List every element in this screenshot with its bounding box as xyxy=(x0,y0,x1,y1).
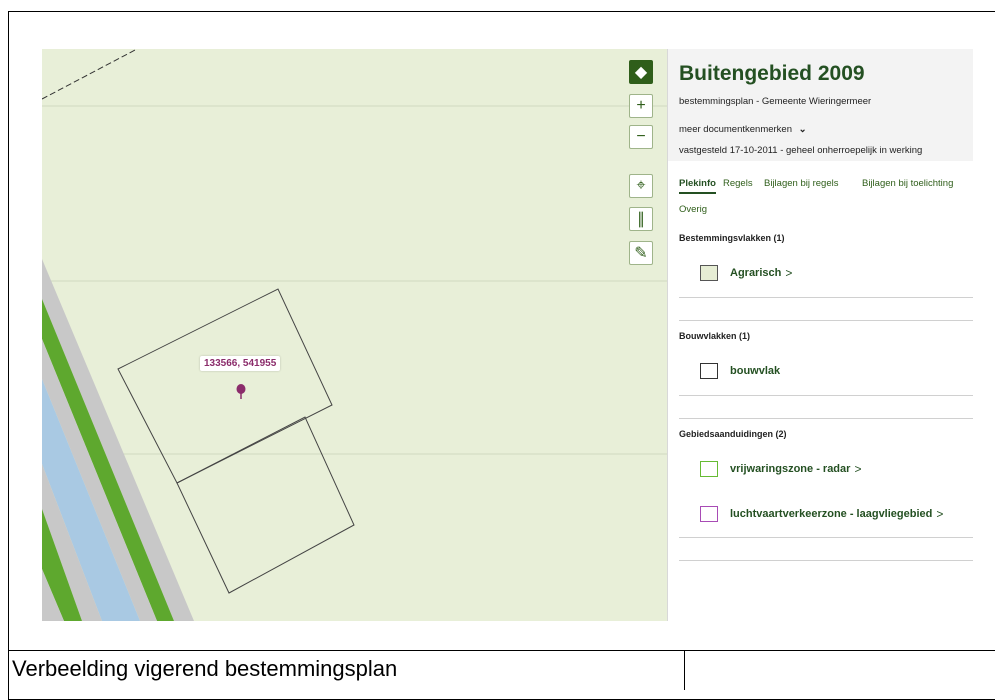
map-viewer: 133566, 541955 ◆ + − ⌖ ∥ ✎ Buitengebied 2009 … xyxy=(42,49,973,621)
chevron-right-icon: > xyxy=(936,507,944,521)
more-properties-label: meer documentkenmerken xyxy=(679,124,792,135)
legend-item-vrijwaringszone[interactable]: vrijwaringszone - radar > xyxy=(700,459,861,479)
zoom-in-button[interactable]: + xyxy=(629,94,653,118)
plan-status: vastgesteld 17-10-2011 - geheel onherroe… xyxy=(679,145,923,156)
plan-subtitle: bestemmingsplan - Gemeente Wieringermeer xyxy=(679,96,872,107)
ruler-icon: ∥ xyxy=(637,211,645,228)
measure-button[interactable]: ∥ xyxy=(629,207,653,231)
zoom-out-button[interactable]: − xyxy=(629,125,653,149)
swatch-icon xyxy=(700,506,718,522)
legend-item-bouwvlak[interactable]: bouwvlak xyxy=(700,361,780,381)
coordinate-label: 133566, 541955 xyxy=(200,356,281,371)
caption-divider xyxy=(684,650,685,690)
tab-bijlagen-toelichting[interactable]: Bijlagen bij toelichting xyxy=(862,178,953,189)
legend-label: vrijwaringszone - radar xyxy=(730,463,851,475)
active-tab-indicator xyxy=(679,192,716,194)
tab-plekinfo[interactable]: Plekinfo xyxy=(679,178,716,189)
section-gebiedsaanduidingen: Gebiedsaanduidingen (2) xyxy=(679,429,787,439)
minus-icon: − xyxy=(636,128,646,145)
draw-button[interactable]: ✎ xyxy=(629,241,653,265)
swatch-icon xyxy=(700,265,718,281)
tab-regels[interactable]: Regels xyxy=(723,178,753,189)
divider xyxy=(679,395,973,396)
chevron-right-icon: > xyxy=(785,266,793,280)
chevron-right-icon: > xyxy=(854,462,862,476)
legend-label: luchtvaartverkeerzone - laagvliegebied xyxy=(730,508,933,520)
tab-bijlagen-regels[interactable]: Bijlagen bij regels xyxy=(764,178,838,189)
info-panel: Buitengebied 2009 bestemmingsplan - Geme… xyxy=(667,49,973,621)
locate-icon: ⌖ xyxy=(636,177,646,194)
divider xyxy=(679,297,973,298)
divider xyxy=(679,418,973,419)
map-canvas[interactable] xyxy=(42,49,667,621)
legend-label: bouwvlak xyxy=(730,365,781,377)
locate-button[interactable]: ⌖ xyxy=(629,174,653,198)
tab-overig[interactable]: Overig xyxy=(679,204,707,215)
plus-icon: + xyxy=(636,97,646,114)
legend-item-luchtvaartverkeerzone[interactable]: luchtvaartverkeerzone - laagvliegebied > xyxy=(700,504,943,524)
section-bestemmingsvlakken: Bestemmingsvlakken (1) xyxy=(679,233,785,243)
divider xyxy=(679,560,973,561)
figure-caption: Verbeelding vigerend bestemmingsplan xyxy=(12,656,398,681)
layers-icon: ◆ xyxy=(634,64,648,81)
legend-item-agrarisch[interactable]: Agrarisch > xyxy=(700,263,792,283)
swatch-icon xyxy=(700,363,718,379)
section-bouwvlakken: Bouwvlakken (1) xyxy=(679,331,751,341)
divider xyxy=(679,320,973,321)
layers-button[interactable]: ◆ xyxy=(629,60,653,84)
plan-title: Buitengebied 2009 xyxy=(679,62,865,85)
more-properties-toggle[interactable]: meer documentkenmerken ⌄ xyxy=(679,124,807,135)
legend-label: Agrarisch xyxy=(730,267,782,279)
divider xyxy=(679,537,973,538)
pencil-icon: ✎ xyxy=(634,245,648,262)
chevron-down-icon: ⌄ xyxy=(798,124,807,135)
swatch-icon xyxy=(700,461,718,477)
